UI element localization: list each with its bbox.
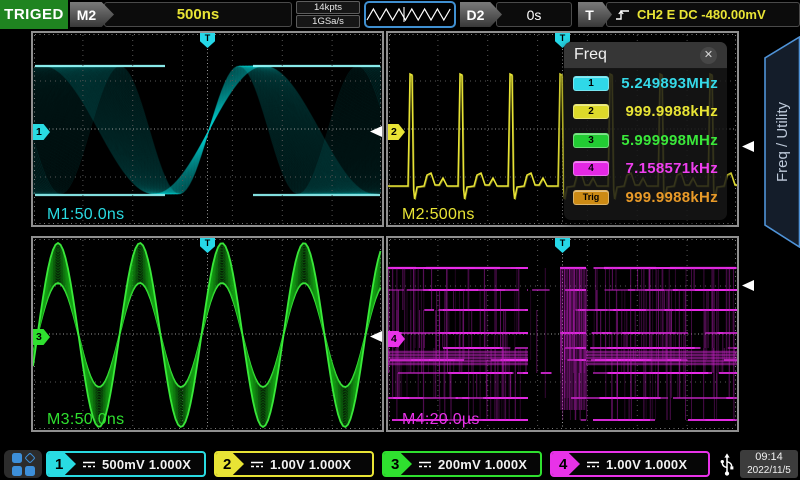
close-icon[interactable]: ✕ — [700, 47, 717, 64]
dc-coupling-icon — [418, 459, 432, 470]
grid-window-ch4[interactable]: T 4 M4:20.0µs — [386, 236, 739, 432]
acquisition-info: 14kpts 1GSa/s — [296, 1, 360, 29]
grid-window-ch3[interactable]: T 3 M3:50.0ns — [31, 236, 384, 432]
timebase-value-box[interactable]: 500ns — [104, 2, 292, 27]
channel1-scale: 500mV 1.000X — [102, 457, 191, 472]
ch1-freq-value: 5.249893MHz — [609, 75, 718, 92]
ch1-badge: 1 — [573, 76, 609, 91]
channel2-settings-button[interactable]: 2 1.00V 1.000X — [214, 451, 374, 477]
trigger-info-text: CH2 E DC -480.00mV — [637, 7, 766, 22]
tab-label: Freq / Utility — [762, 36, 800, 248]
freq-row-ch1: 1 5.249893MHz — [564, 69, 727, 98]
channel4-settings-button[interactable]: 4 1.00V 1.000X — [550, 451, 710, 477]
delay-value-box[interactable]: 0s — [496, 2, 572, 27]
freq-row-ch2: 2 999.9988kHz — [564, 98, 727, 127]
channel2-scale: 1.00V 1.000X — [270, 457, 351, 472]
trigger-level-arrow[interactable] — [742, 141, 754, 152]
bottom-status-bar: 1 500mV 1.000X 2 1.00V 1.000X 3 200mV 1.… — [0, 448, 800, 480]
date-text: 2022/11/5 — [740, 464, 798, 477]
menu-square-icon — [12, 453, 22, 463]
dc-coupling-icon — [586, 459, 600, 470]
trig-freq-value: 999.9988kHz — [609, 189, 718, 206]
ch2-freq-value: 999.9988kHz — [609, 103, 718, 120]
delay-value: 0s — [527, 7, 542, 23]
menu-apps-button[interactable] — [4, 450, 42, 478]
channel4-scale: 1.00V 1.000X — [606, 457, 687, 472]
trigger-info-box[interactable]: CH2 E DC -480.00mV — [606, 2, 800, 27]
window3-timebase-label: M3:50.0ns — [47, 411, 124, 429]
freq-panel-title: Freq — [574, 46, 607, 64]
window2-timebase-label: M2:500ns — [402, 206, 475, 224]
trigger-status-badge: TRIGED — [0, 0, 68, 29]
channel1-badge: 1 — [48, 453, 76, 475]
menu-square-icon — [25, 466, 35, 476]
waveform-display-area: T 1 M1:50.0ns T 2 M2:500ns T 3 M3:50.0ns… — [0, 29, 800, 448]
waveform-preview-thumbnail[interactable] — [364, 1, 456, 28]
freq-panel-titlebar: Freq ✕ — [564, 42, 727, 69]
timebase-value: 500ns — [177, 6, 220, 23]
channel2-badge: 2 — [216, 453, 244, 475]
channel3-scale: 200mV 1.000X — [438, 457, 527, 472]
trigger-level-arrow[interactable] — [742, 280, 754, 291]
freq-row-ch3: 3 5.999998MHz — [564, 126, 727, 155]
grid-window-ch1[interactable]: T 1 M1:50.0ns — [31, 31, 384, 227]
memory-depth: 14kpts — [296, 1, 360, 14]
window4-timebase-label: M4:20.0µs — [402, 411, 480, 429]
freq-row-trig: Trig 999.9988kHz — [564, 183, 727, 212]
ch4-waveform — [388, 238, 737, 430]
usb-icon — [717, 451, 737, 477]
ch2-badge: 2 — [573, 104, 609, 119]
ch3-waveform — [33, 238, 382, 430]
channel1-settings-button[interactable]: 1 500mV 1.000X — [46, 451, 206, 477]
menu-diamond-icon — [24, 452, 35, 463]
ch1-waveform — [33, 33, 382, 225]
oscilloscope-screen: TRIGED M2 500ns 14kpts 1GSa/s D2 0s T CH… — [0, 0, 800, 480]
channel4-badge: 4 — [552, 453, 580, 475]
freq-measurement-panel: Freq ✕ 1 5.249893MHz 2 999.9988kHz 3 5.9… — [564, 42, 727, 220]
channel3-badge: 3 — [384, 453, 412, 475]
ch4-freq-value: 7.158571kHz — [609, 160, 718, 177]
window1-timebase-label: M1:50.0ns — [47, 206, 124, 224]
clock-display: 09:14 2022/11/5 — [740, 450, 798, 478]
preview-zigzag-icon — [366, 3, 454, 26]
menu-square-icon — [12, 466, 22, 476]
top-status-bar: TRIGED M2 500ns 14kpts 1GSa/s D2 0s T CH… — [0, 0, 800, 29]
rising-edge-icon — [615, 8, 631, 22]
dc-coupling-icon — [82, 459, 96, 470]
sample-rate: 1GSa/s — [296, 15, 360, 28]
ch4-badge: 4 — [573, 161, 609, 176]
ch3-freq-value: 5.999998MHz — [609, 132, 718, 149]
time-text: 09:14 — [740, 451, 798, 464]
freq-row-ch4: 4 7.158571kHz — [564, 155, 727, 184]
ch3-badge: 3 — [573, 133, 609, 148]
tab-freq-utility[interactable]: Freq / Utility — [762, 36, 800, 248]
trig-badge: Trig — [573, 190, 609, 205]
channel3-settings-button[interactable]: 3 200mV 1.000X — [382, 451, 542, 477]
dc-coupling-icon — [250, 459, 264, 470]
